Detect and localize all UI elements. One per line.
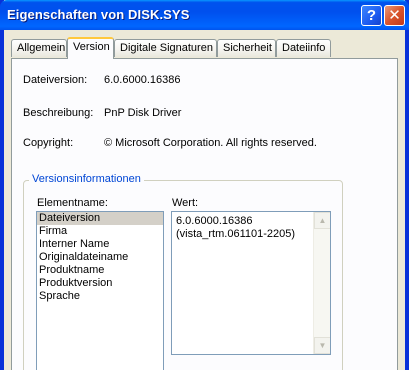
value-textbox[interactable]: 6.0.6000.16386 (vista_rtm.061101-2205) ▲… (171, 211, 331, 355)
file-version-label: Dateiversion: (23, 74, 88, 86)
tab-sicherheit[interactable]: Sicherheit (217, 39, 276, 57)
tab-dateiinfo[interactable]: Dateiinfo (276, 39, 331, 57)
file-version-value: 6.0.6000.16386 (104, 74, 181, 86)
help-icon: ? (366, 7, 377, 24)
list-item-produktname[interactable]: Produktname (37, 264, 163, 277)
list-item-dateiversion[interactable]: Dateiversion (37, 212, 163, 225)
close-button[interactable]: ✕ (384, 5, 405, 26)
value-scrollbar[interactable]: ▲ ▼ (313, 212, 330, 354)
tab-digitale-signaturen[interactable]: Digitale Signaturen (114, 39, 217, 57)
list-item-interner-name[interactable]: Interner Name (37, 238, 163, 251)
copyright-label: Copyright: (23, 137, 74, 149)
chevron-down-icon: ▼ (318, 341, 327, 350)
element-name-header: Elementname: (37, 197, 108, 209)
value-header: Wert: (172, 197, 199, 209)
scroll-up-button[interactable]: ▲ (314, 212, 330, 229)
copyright-value: © Microsoft Corporation. All rights rese… (104, 137, 317, 149)
value-text: 6.0.6000.16386 (vista_rtm.061101-2205) (176, 215, 296, 240)
title-bar[interactable]: Eigenschaften von DISK.SYS ? ✕ (0, 0, 409, 30)
list-item-originaldateiname[interactable]: Originaldateiname (37, 251, 163, 264)
window-title: Eigenschaften von DISK.SYS (7, 7, 190, 22)
element-name-list[interactable]: Dateiversion Firma Interner Name Origina… (36, 211, 164, 370)
help-button[interactable]: ? (361, 5, 382, 26)
version-info-group-label: Versionsinformationen (29, 173, 144, 185)
close-icon: ✕ (388, 7, 401, 24)
tab-allgemein[interactable]: Allgemein (11, 39, 67, 57)
description-label: Beschreibung: (23, 107, 94, 119)
chevron-up-icon: ▲ (318, 216, 327, 225)
tab-version[interactable]: Version (67, 37, 114, 59)
scroll-down-button[interactable]: ▼ (314, 337, 330, 354)
list-item-produktversion[interactable]: Produktversion (37, 277, 163, 290)
description-value: PnP Disk Driver (104, 107, 182, 119)
list-item-sprache[interactable]: Sprache (37, 290, 163, 303)
list-item-firma[interactable]: Firma (37, 225, 163, 238)
